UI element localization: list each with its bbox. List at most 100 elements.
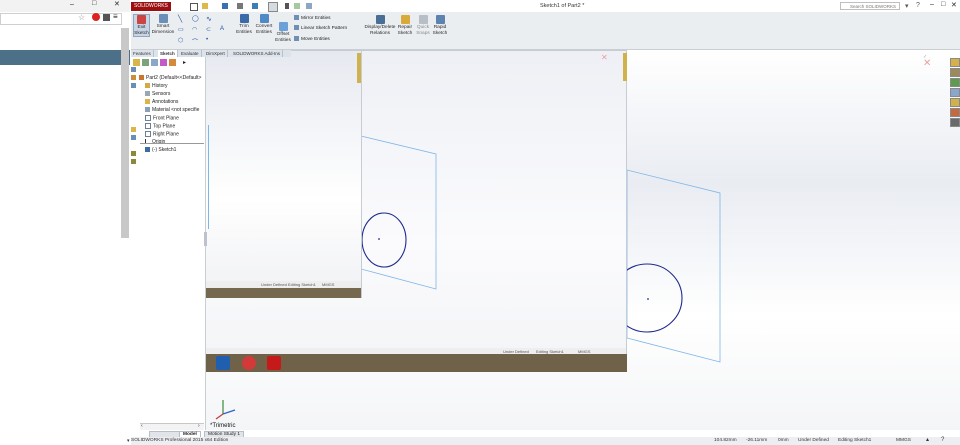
search-dropdown-icon[interactable]: ▾ xyxy=(905,2,909,10)
maximize-icon[interactable]: □ xyxy=(92,0,96,7)
undo-icon[interactable] xyxy=(252,3,258,9)
move-entities-button[interactable]: Move Entities xyxy=(294,36,364,42)
status-arrow-icon[interactable]: ▾ xyxy=(127,437,130,445)
search-input[interactable]: Search SOLIDWORKS Help xyxy=(840,2,900,17)
sketch-circle[interactable] xyxy=(361,212,407,268)
point-icon[interactable]: • xyxy=(206,37,208,43)
save-icon[interactable] xyxy=(222,3,228,9)
dimxpertmanager-icon[interactable] xyxy=(160,59,167,66)
propertymanager-icon[interactable] xyxy=(142,59,149,66)
extension-icon[interactable] xyxy=(92,13,100,21)
trim-entities-button[interactable]: Trim Entities xyxy=(235,14,253,35)
music-icon[interactable] xyxy=(242,356,256,370)
scrollbar[interactable] xyxy=(121,28,129,238)
graphics-area-thumbnail[interactable]: Under Defined Editing Sketch1 MMGS xyxy=(205,50,362,298)
task-pane-tabs[interactable] xyxy=(357,53,361,83)
tab-dimxpert[interactable]: DimXpert xyxy=(204,50,228,57)
close-icon[interactable]: ✕ xyxy=(114,0,120,8)
file-explorer-icon[interactable] xyxy=(950,78,960,87)
sensor-icon[interactable] xyxy=(131,151,136,156)
scroll-left-icon[interactable]: ‹ xyxy=(141,423,143,429)
tree-item-material[interactable]: Material <not specifie xyxy=(145,107,199,113)
repair-sketch-button[interactable]: Repair Sketch xyxy=(397,15,413,36)
options-icon[interactable] xyxy=(306,3,312,9)
rollback-bar[interactable] xyxy=(140,143,204,144)
slot-icon[interactable]: ⊂ xyxy=(206,26,211,33)
custom-properties-icon[interactable] xyxy=(950,108,960,117)
front-plane[interactable] xyxy=(626,169,721,363)
solidworks-resources-icon[interactable] xyxy=(950,58,960,67)
task-pane-tabs[interactable] xyxy=(623,53,627,81)
line-icon[interactable]: ╲ xyxy=(178,15,182,23)
appearances-icon[interactable] xyxy=(950,98,960,107)
exit-sketch-button[interactable]: Exit Sketch xyxy=(133,14,150,37)
hide-show-icon[interactable] xyxy=(131,83,136,88)
tree-item-origin[interactable]: Origin xyxy=(145,139,165,145)
tab-features[interactable]: Features xyxy=(131,50,154,57)
forum-icon[interactable] xyxy=(950,118,960,127)
circle-icon[interactable]: ◯ xyxy=(192,15,199,22)
tree-item-history[interactable]: History xyxy=(145,83,168,89)
linear-sketch-pattern-button[interactable]: Linear Sketch Pattern xyxy=(294,25,364,31)
horizontal-scrollbar[interactable]: ‹ › xyxy=(140,423,204,430)
polygon-icon[interactable]: ⬡ xyxy=(178,37,183,44)
offset-entities-button[interactable]: Offset Entities xyxy=(274,22,292,43)
rebuild-status-icon[interactable]: ▴ xyxy=(926,436,929,444)
close-icon[interactable]: ✕ xyxy=(951,1,957,9)
tab-evaluate[interactable]: Evaluate xyxy=(179,50,202,57)
front-plane[interactable] xyxy=(360,135,437,290)
rebuild-icon[interactable] xyxy=(285,3,289,9)
arc-icon[interactable]: ◠ xyxy=(192,26,197,33)
confirm-corner-icon[interactable]: ✓ xyxy=(923,54,927,60)
outlook-icon[interactable] xyxy=(216,356,230,370)
tree-item-sensors[interactable]: Sensors xyxy=(145,91,170,97)
spline-icon[interactable]: ∿ xyxy=(206,15,212,23)
select-icon[interactable] xyxy=(268,2,278,12)
tree-item-front-plane[interactable]: Front Plane xyxy=(145,115,179,121)
help-icon[interactable]: ? xyxy=(916,2,920,9)
configurationmanager-icon[interactable] xyxy=(151,59,158,66)
units-selector[interactable]: MMGS xyxy=(896,437,911,445)
circle-center-point[interactable] xyxy=(378,238,380,240)
mirror-entities-button[interactable]: Mirror Entities xyxy=(294,15,364,21)
restore-icon[interactable]: □ xyxy=(941,1,945,8)
quick-snaps-button[interactable]: Quick Snaps xyxy=(415,15,431,36)
rebuild-icon[interactable] xyxy=(131,75,136,80)
display-delete-relations-button[interactable]: Display/Delete Relations xyxy=(363,15,397,36)
view-icon[interactable] xyxy=(131,135,136,140)
print-icon[interactable] xyxy=(237,3,243,9)
design-library-icon[interactable] xyxy=(950,68,960,77)
smart-dimension-button[interactable]: Smart Dimension xyxy=(151,14,175,35)
file-properties-icon[interactable] xyxy=(294,3,300,9)
solidworks-logo[interactable]: SOLIDWORKS xyxy=(131,2,171,11)
tab-addins[interactable]: SOLIDWORKS Add-Ins xyxy=(231,50,284,57)
pdf-icon[interactable] xyxy=(267,356,281,370)
panel-splitter[interactable] xyxy=(204,232,207,246)
new-icon[interactable] xyxy=(190,3,198,11)
close-sketch-icon[interactable]: ✕ xyxy=(601,53,608,62)
tree-item-part[interactable]: Part2 (Default<<Default> xyxy=(139,75,201,81)
view-palette-icon[interactable] xyxy=(950,88,960,97)
fillet-icon[interactable]: ⌒ xyxy=(192,37,198,46)
extension-icon[interactable] xyxy=(103,14,110,21)
open-icon[interactable] xyxy=(202,3,208,9)
rectangle-icon[interactable]: ▭ xyxy=(178,26,184,33)
tree-item-right-plane[interactable]: Right Plane xyxy=(145,131,179,137)
minimize-icon[interactable]: – xyxy=(930,1,934,8)
filter-icon[interactable] xyxy=(131,67,136,72)
tab-sketch[interactable]: Sketch xyxy=(158,50,178,57)
expand-arrow-icon[interactable]: ▸ xyxy=(183,59,186,66)
minimize-icon[interactable]: – xyxy=(70,1,74,8)
featuremanager-icon[interactable] xyxy=(133,59,140,66)
star-icon[interactable]: ☆ xyxy=(78,13,85,22)
circle-center-point[interactable] xyxy=(647,298,649,300)
scroll-right-icon[interactable]: › xyxy=(198,423,200,429)
sensor-icon[interactable] xyxy=(131,159,136,164)
note-icon[interactable] xyxy=(131,127,136,132)
displaymanager-icon[interactable] xyxy=(169,59,176,66)
convert-entities-button[interactable]: Convert Entities xyxy=(254,14,274,35)
tree-item-top-plane[interactable]: Top Plane xyxy=(145,123,175,129)
tree-item-sketch1[interactable]: (-) Sketch1 xyxy=(145,147,176,153)
tree-item-annotations[interactable]: Annotations xyxy=(145,99,178,105)
help-icon[interactable]: ? xyxy=(941,436,944,444)
